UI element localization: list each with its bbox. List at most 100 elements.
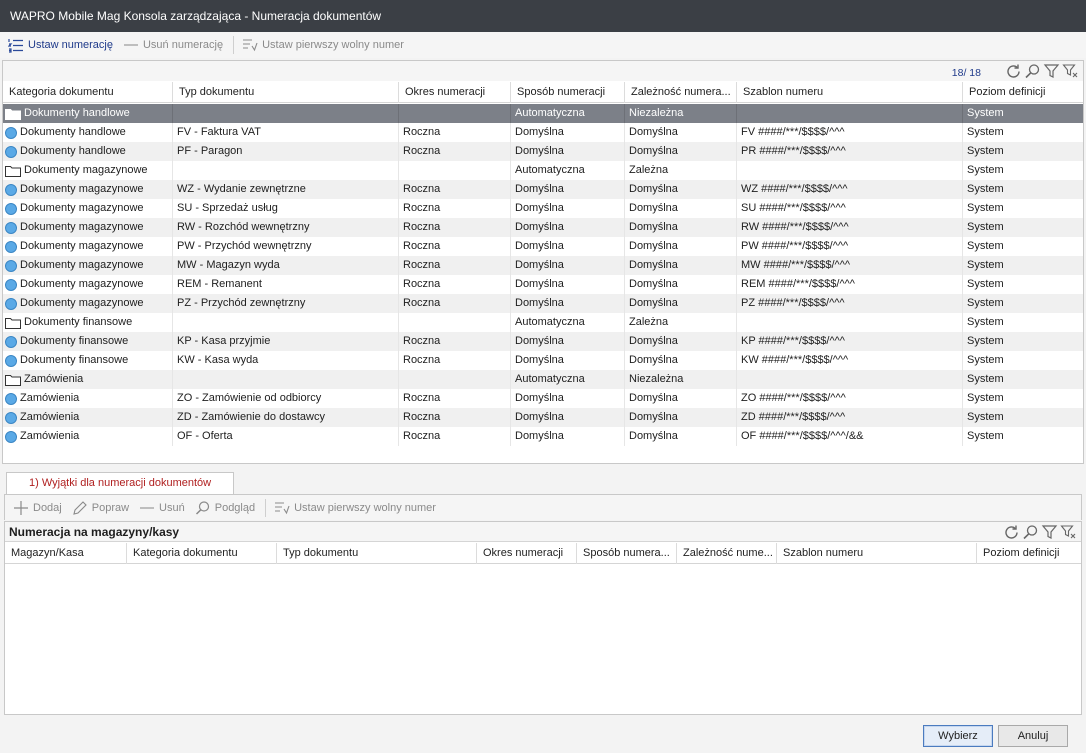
period-cell: Roczna bbox=[399, 275, 511, 294]
table-row[interactable]: Dokumenty magazynowe MW - Magazyn wyda Roc… bbox=[3, 256, 1083, 275]
column-header-method[interactable]: Sposób numera... bbox=[577, 543, 677, 564]
category-cell: Zamówienia bbox=[3, 427, 173, 446]
category-cell: Dokumenty finansowe bbox=[3, 313, 173, 332]
status-dot-icon bbox=[5, 335, 17, 348]
add-button[interactable]: Dodaj bbox=[13, 500, 62, 516]
type-cell: MW - Magazyn wyda bbox=[173, 256, 399, 275]
status-dot-icon bbox=[5, 202, 17, 215]
category-cell: Dokumenty magazynowe bbox=[3, 161, 173, 180]
exceptions-set-first-free-button[interactable]: Ustaw pierwszy wolny numer bbox=[274, 500, 436, 516]
table-row[interactable]: Dokumenty magazynowe RW - Rozchód wewnętr… bbox=[3, 218, 1083, 237]
clear-filter-icon[interactable] bbox=[1062, 63, 1079, 80]
refresh-icon[interactable] bbox=[1005, 63, 1022, 80]
dependency-cell: Domyślna bbox=[625, 389, 737, 408]
category-cell: Zamówienia bbox=[3, 370, 173, 389]
remove-button[interactable]: Usuń bbox=[139, 500, 185, 516]
column-header-dependency[interactable]: Zależność nume... bbox=[677, 543, 777, 564]
table-row[interactable]: Zamówienia ZD - Zamówienie do dostawcy Roc… bbox=[3, 408, 1083, 427]
method-cell: Domyślna bbox=[511, 389, 625, 408]
type-cell: OF - Oferta bbox=[173, 427, 399, 446]
level-cell: System bbox=[967, 259, 1004, 271]
minus-icon bbox=[123, 37, 139, 53]
method-cell: Automatyczna bbox=[511, 161, 625, 180]
column-header-category[interactable]: Kategoria dokumentu bbox=[127, 543, 277, 564]
table-row[interactable]: Dokumenty magazynowe WZ - Wydanie zewnętr… bbox=[3, 180, 1083, 199]
folder-icon bbox=[5, 165, 21, 177]
period-cell: Roczna bbox=[399, 237, 511, 256]
level-cell: System bbox=[967, 164, 1004, 176]
folder-icon bbox=[5, 108, 21, 120]
type-cell: PW - Przychód wewnętrzny bbox=[173, 237, 399, 256]
method-cell: Domyślna bbox=[511, 142, 625, 161]
table-row[interactable]: Dokumenty magazynowe REM - Remanent Roczna… bbox=[3, 275, 1083, 294]
dependency-cell: Domyślna bbox=[625, 218, 737, 237]
category-cell: Dokumenty magazynowe bbox=[3, 294, 173, 313]
template-cell bbox=[737, 161, 963, 180]
table-row[interactable]: Dokumenty finansowe Automatyczna Zależna Sy… bbox=[3, 313, 1083, 332]
column-header-dependency[interactable]: Zależność numera... bbox=[625, 82, 737, 103]
table-row[interactable]: Zamówienia Automatyczna Niezależna System bbox=[3, 370, 1083, 389]
column-header-method[interactable]: Sposób numeracji bbox=[511, 82, 625, 103]
set-first-free-number-button[interactable]: Ustaw pierwszy wolny numer bbox=[242, 37, 404, 53]
grid-header: Kategoria dokumentu Typ dokumentu Okres … bbox=[3, 82, 1083, 103]
status-dot-icon bbox=[5, 240, 17, 253]
type-cell: ZO - Zamówienie od odbiorcy bbox=[173, 389, 399, 408]
table-row[interactable]: Dokumenty handlowe PF - Paragon Roczna Domy… bbox=[3, 142, 1083, 161]
template-cell: OF ####/***/$$$$/^^^/&& bbox=[737, 427, 963, 446]
column-header-type[interactable]: Typ dokumentu bbox=[173, 82, 399, 103]
table-row[interactable]: Dokumenty finansowe KP - Kasa przyjmie Roc… bbox=[3, 332, 1083, 351]
column-header-period[interactable]: Okres numeracji bbox=[399, 82, 511, 103]
edit-button[interactable]: Popraw bbox=[72, 500, 129, 516]
category-label: Dokumenty magazynowe bbox=[20, 259, 144, 271]
filter-icon[interactable] bbox=[1041, 524, 1058, 541]
column-header-template[interactable]: Szablon numeru bbox=[737, 82, 963, 103]
column-header-level[interactable]: Poziom definicji bbox=[963, 82, 1083, 103]
period-cell: Roczna bbox=[399, 389, 511, 408]
table-row[interactable]: Dokumenty handlowe Automatyczna Niezależna… bbox=[3, 104, 1083, 123]
clear-filter-icon[interactable] bbox=[1060, 524, 1077, 541]
column-header-warehouse[interactable]: Magazyn/Kasa bbox=[5, 543, 127, 564]
category-label: Dokumenty finansowe bbox=[20, 354, 129, 366]
category-cell: Dokumenty magazynowe bbox=[3, 180, 173, 199]
category-label: Dokumenty handlowe bbox=[20, 145, 126, 157]
set-numbering-button[interactable]: Ustaw numerację bbox=[8, 37, 113, 53]
window-title: WAPRO Mobile Mag Konsola zarządzająca - … bbox=[0, 0, 1086, 32]
type-cell: KP - Kasa przyjmie bbox=[173, 332, 399, 351]
search-icon[interactable] bbox=[1022, 524, 1039, 541]
column-header-level[interactable]: Poziom definicji bbox=[977, 543, 1081, 564]
table-row[interactable]: Dokumenty magazynowe PW - Przychód wewnęt… bbox=[3, 237, 1083, 256]
search-icon[interactable] bbox=[1024, 63, 1041, 80]
type-cell: ZD - Zamówienie do dostawcy bbox=[173, 408, 399, 427]
remove-numbering-button[interactable]: Usuń numerację bbox=[123, 37, 223, 53]
tab-numbering-exceptions[interactable]: 1) Wyjątki dla numeracji dokumentów bbox=[6, 472, 235, 494]
column-header-category[interactable]: Kategoria dokumentu bbox=[3, 82, 173, 103]
table-row[interactable]: Zamówienia OF - Oferta Roczna Domyślna Domyś… bbox=[3, 427, 1083, 446]
table-row[interactable]: Dokumenty magazynowe SU - Sprzedaż usług R… bbox=[3, 199, 1083, 218]
cancel-button[interactable]: Anuluj bbox=[998, 725, 1068, 747]
table-row[interactable]: Dokumenty finansowe KW - Kasa wyda Roczna D… bbox=[3, 351, 1083, 370]
table-row[interactable]: Dokumenty magazynowe PZ - Przychód zewnęt… bbox=[3, 294, 1083, 313]
dependency-cell: Domyślna bbox=[625, 142, 737, 161]
column-header-period[interactable]: Okres numeracji bbox=[477, 543, 577, 564]
preview-button[interactable]: Podgląd bbox=[195, 500, 255, 516]
category-cell: Dokumenty magazynowe bbox=[3, 199, 173, 218]
set-numbering-label: Ustaw numerację bbox=[28, 39, 113, 51]
table-row[interactable]: Zamówienia ZO - Zamówienie od odbiorcy Roc… bbox=[3, 389, 1083, 408]
choose-button[interactable]: Wybierz bbox=[923, 725, 993, 747]
period-cell: Roczna bbox=[399, 199, 511, 218]
level-cell: System bbox=[967, 392, 1004, 404]
template-cell: FV ####/***/$$$$/^^^ bbox=[737, 123, 963, 142]
method-cell: Domyślna bbox=[511, 427, 625, 446]
column-header-template[interactable]: Szablon numeru bbox=[777, 543, 977, 564]
table-row[interactable]: Dokumenty handlowe FV - Faktura VAT Roczna… bbox=[3, 123, 1083, 142]
template-cell: ZO ####/***/$$$$/^^^ bbox=[737, 389, 963, 408]
dependency-cell: Domyślna bbox=[625, 294, 737, 313]
column-header-type[interactable]: Typ dokumentu bbox=[277, 543, 477, 564]
table-row[interactable]: Dokumenty magazynowe Automatyczna Zależna S… bbox=[3, 161, 1083, 180]
status-dot-icon bbox=[5, 354, 17, 367]
refresh-icon[interactable] bbox=[1003, 524, 1020, 541]
sort-list-icon bbox=[242, 37, 258, 53]
status-dot-icon bbox=[5, 221, 17, 234]
period-cell bbox=[399, 104, 511, 123]
filter-icon[interactable] bbox=[1043, 63, 1060, 80]
